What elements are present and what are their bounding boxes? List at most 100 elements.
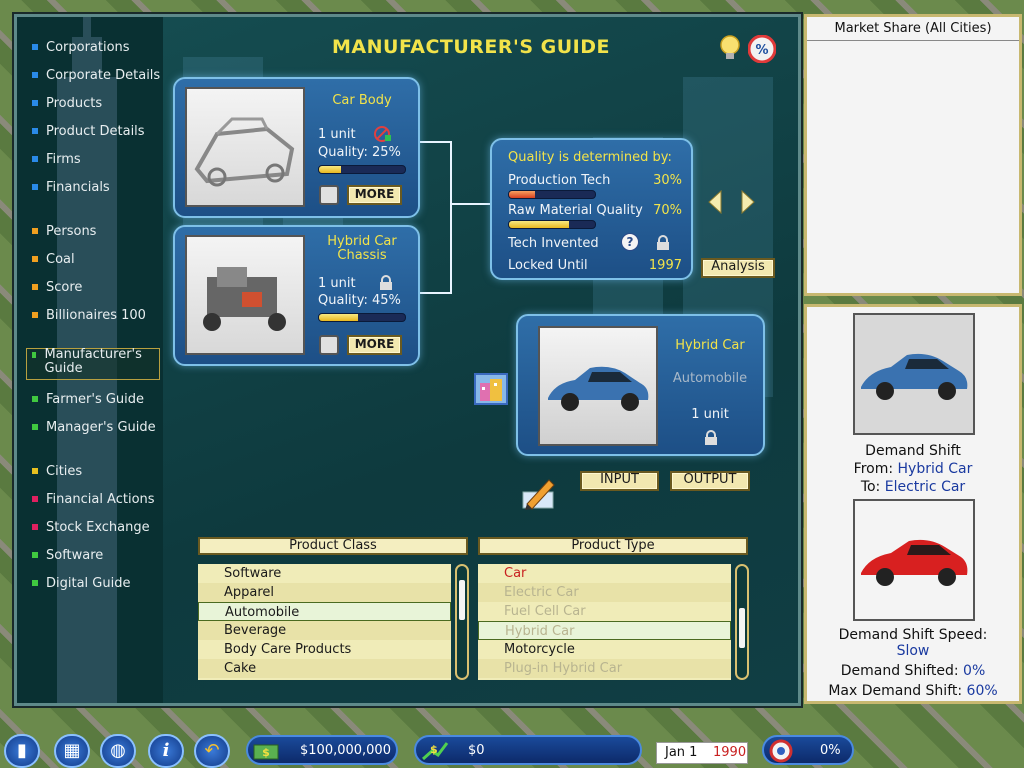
more-button[interactable]: MORE [347, 335, 402, 355]
analysis-button[interactable]: Analysis [701, 258, 775, 278]
shifted-row: Demand Shifted: 0% [807, 663, 1019, 679]
locked-until-label: Locked Until [508, 258, 588, 273]
sidebar-item-corporate-details[interactable]: Corporate Details [32, 64, 160, 86]
connector-line [450, 141, 452, 294]
bullet-icon [32, 312, 38, 318]
product-type-list[interactable]: Car Electric Car Fuel Cell Car Hybrid Car Mo… [478, 564, 731, 680]
lock-icon [704, 430, 718, 446]
product-class-list[interactable]: Software Apparel Automobile Beverage Body Ca… [198, 564, 451, 680]
list-item[interactable]: Body Care Products [198, 640, 451, 659]
sidebar-item-product-details[interactable]: Product Details [32, 120, 145, 142]
list-item[interactable]: Car [478, 564, 731, 583]
sidebar-item-persons[interactable]: Persons [32, 220, 96, 242]
globe-icon[interactable]: ◍ [100, 734, 136, 768]
no-supply-icon [373, 125, 393, 143]
info-icon[interactable]: i [148, 734, 184, 768]
input-button[interactable]: INPUT [580, 471, 659, 491]
sidebar-item-coal[interactable]: Coal [32, 248, 75, 270]
bullet-icon [32, 352, 37, 358]
list-item[interactable]: Apparel [198, 583, 451, 602]
scroll-thumb[interactable] [459, 580, 465, 620]
to-value[interactable]: Electric Car [885, 479, 965, 495]
product-type-header[interactable]: Product Type [478, 537, 748, 555]
list-item[interactable]: Software [198, 564, 451, 583]
list-item[interactable]: Hybrid Car [478, 621, 731, 640]
sidebar-item-firms[interactable]: Firms [32, 148, 81, 170]
scroll-thumb[interactable] [739, 608, 745, 648]
sidebar-item-corporations[interactable]: Corporations [32, 36, 130, 58]
sidebar-item-label: Stock Exchange [46, 519, 150, 535]
sidebar-item-stock-exchange[interactable]: Stock Exchange [32, 516, 150, 538]
sidebar-item-farmer-s-guide[interactable]: Farmer's Guide [32, 388, 144, 410]
help-icon[interactable]: ? [621, 233, 639, 251]
profit-display[interactable]: $ $0 [414, 735, 642, 765]
sidebar-item-label: Manager's Guide [46, 419, 156, 435]
page-title: MANUFACTURER'S GUIDE [332, 36, 610, 58]
prev-arrow-icon[interactable] [708, 189, 722, 215]
sidebar-item-software[interactable]: Software [32, 544, 103, 566]
date-display: Jan 1 1990 [656, 742, 748, 764]
list-item[interactable]: Automobile [198, 602, 451, 621]
pencil-icon[interactable] [521, 474, 557, 510]
lock-icon [379, 275, 393, 291]
quality-factor-value: 30% [653, 173, 682, 188]
list-item[interactable]: Motorcycle [478, 640, 731, 659]
bullet-icon [32, 228, 38, 234]
input-checkbox[interactable] [319, 185, 339, 205]
lock-icon [656, 235, 670, 251]
list-item[interactable]: Cake [198, 659, 451, 678]
input-quality-bar [318, 165, 406, 174]
from-value[interactable]: Hybrid Car [898, 461, 973, 477]
sidebar-item-billionaires-100[interactable]: Billionaires 100 [32, 304, 146, 326]
cash-icon: $ [252, 739, 282, 763]
sidebar-item-score[interactable]: Score [32, 276, 82, 298]
tech-invented-label: Tech Invented [508, 236, 599, 251]
from-car-image [853, 313, 975, 435]
sidebar-item-financial-actions[interactable]: Financial Actions [32, 488, 155, 510]
list-item[interactable]: Plug-in Hybrid Car [478, 659, 731, 678]
next-arrow-icon[interactable] [741, 189, 755, 215]
sidebar-item-financials[interactable]: Financials [32, 176, 110, 198]
list-item[interactable]: Electric Car [478, 583, 731, 602]
sidebar-item-manager-s-guide[interactable]: Manager's Guide [32, 416, 156, 438]
profit-icon: $ [420, 739, 450, 763]
locked-until-year: 1997 [648, 258, 682, 273]
sidebar-item-products[interactable]: Products [32, 92, 102, 114]
bullet-icon [32, 468, 38, 474]
shifted-label: Demand Shifted: [840, 663, 959, 679]
sidebar-item-label: Manufacturer's Guide [44, 347, 142, 376]
input-checkbox[interactable] [319, 335, 339, 355]
building-icon[interactable] [474, 373, 508, 405]
output-name: Hybrid Car [675, 338, 745, 353]
bullet-icon [32, 524, 38, 530]
production-tech-bar [508, 190, 596, 199]
undo-icon[interactable]: ↶ [194, 734, 230, 768]
sidebar-item-digital-guide[interactable]: Digital Guide [32, 572, 130, 594]
list-item[interactable]: Beverage [198, 621, 451, 640]
quality-fill [319, 166, 341, 173]
bullet-icon [32, 128, 38, 134]
map-icon[interactable]: ▦ [54, 734, 90, 768]
sidebar-item-manufacturer-s-guide[interactable]: Manufacturer's Guide [32, 348, 148, 378]
output-button[interactable]: OUTPUT [670, 471, 750, 491]
lightbulb-icon[interactable] [718, 34, 742, 62]
target-icon [768, 739, 794, 763]
more-button[interactable]: MORE [347, 185, 402, 205]
from-label: From: [853, 461, 894, 477]
cash-display[interactable]: $ $100,000,000 [246, 735, 398, 765]
building-menu-icon[interactable]: ▮ [4, 734, 40, 768]
product-class-header[interactable]: Product Class [198, 537, 468, 555]
input-name: Hybrid Car Chassis [327, 234, 397, 263]
product-class-scrollbar[interactable] [455, 564, 469, 680]
percent-icon[interactable]: % [747, 34, 777, 64]
rate-display[interactable]: 0% [762, 735, 854, 765]
list-item[interactable]: Fuel Cell Car [478, 602, 731, 621]
quality-panel: Quality is determined by: Production Tec… [490, 138, 693, 280]
sidebar-item-cities[interactable]: Cities [32, 460, 82, 482]
product-type-scrollbar[interactable] [735, 564, 749, 680]
sidebar-item-label: Digital Guide [46, 575, 131, 591]
speed-label: Demand Shift Speed: [838, 627, 988, 643]
to-label: To: [860, 479, 881, 495]
market-share-title: Market Share (All Cities) [807, 17, 1019, 41]
input-units: 1 unit [318, 276, 356, 291]
